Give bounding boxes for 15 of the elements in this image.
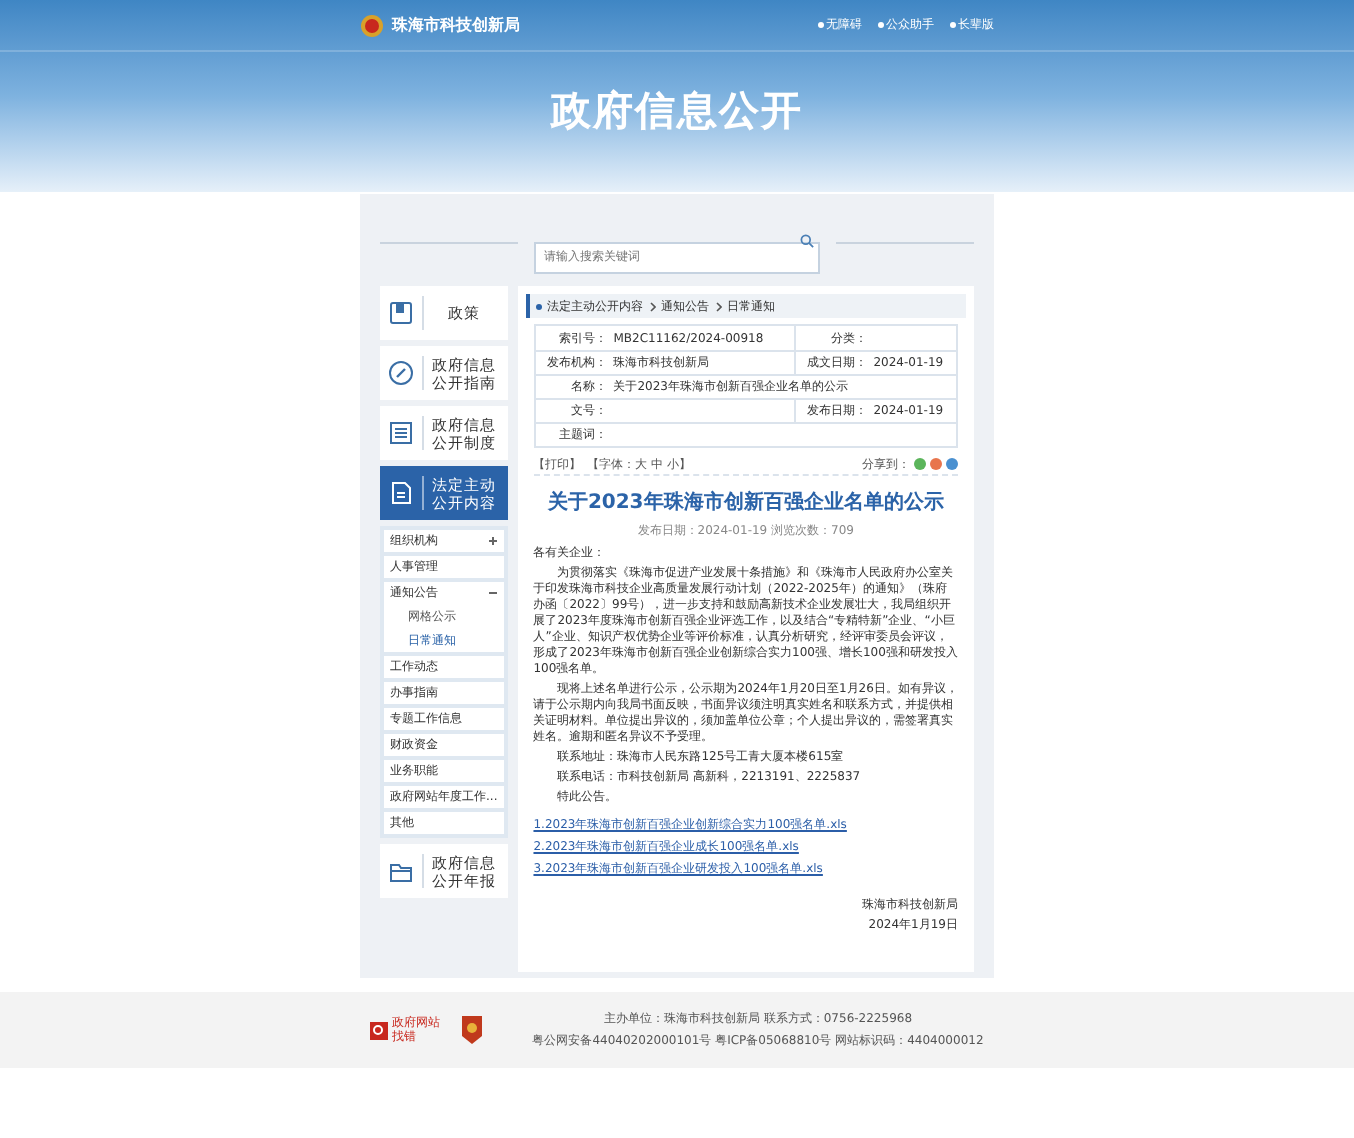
compass-icon (388, 360, 414, 386)
search-icon[interactable] (800, 234, 814, 248)
book-icon (388, 300, 414, 326)
chevron-icon (715, 301, 722, 311)
document-icon (388, 480, 414, 506)
page-title: 政府信息公开 (551, 84, 803, 138)
article-title: 关于2023年珠海市创新百强企业名单的公示 (545, 488, 946, 518)
emblem-badge-icon (460, 1014, 485, 1046)
location-icon (535, 303, 542, 309)
list-icon (388, 420, 414, 446)
minus-icon[interactable] (487, 588, 498, 598)
chevron-icon (649, 301, 656, 311)
folder-icon (388, 858, 414, 884)
plus-icon[interactable] (487, 536, 498, 546)
emblem-icon (360, 13, 384, 37)
